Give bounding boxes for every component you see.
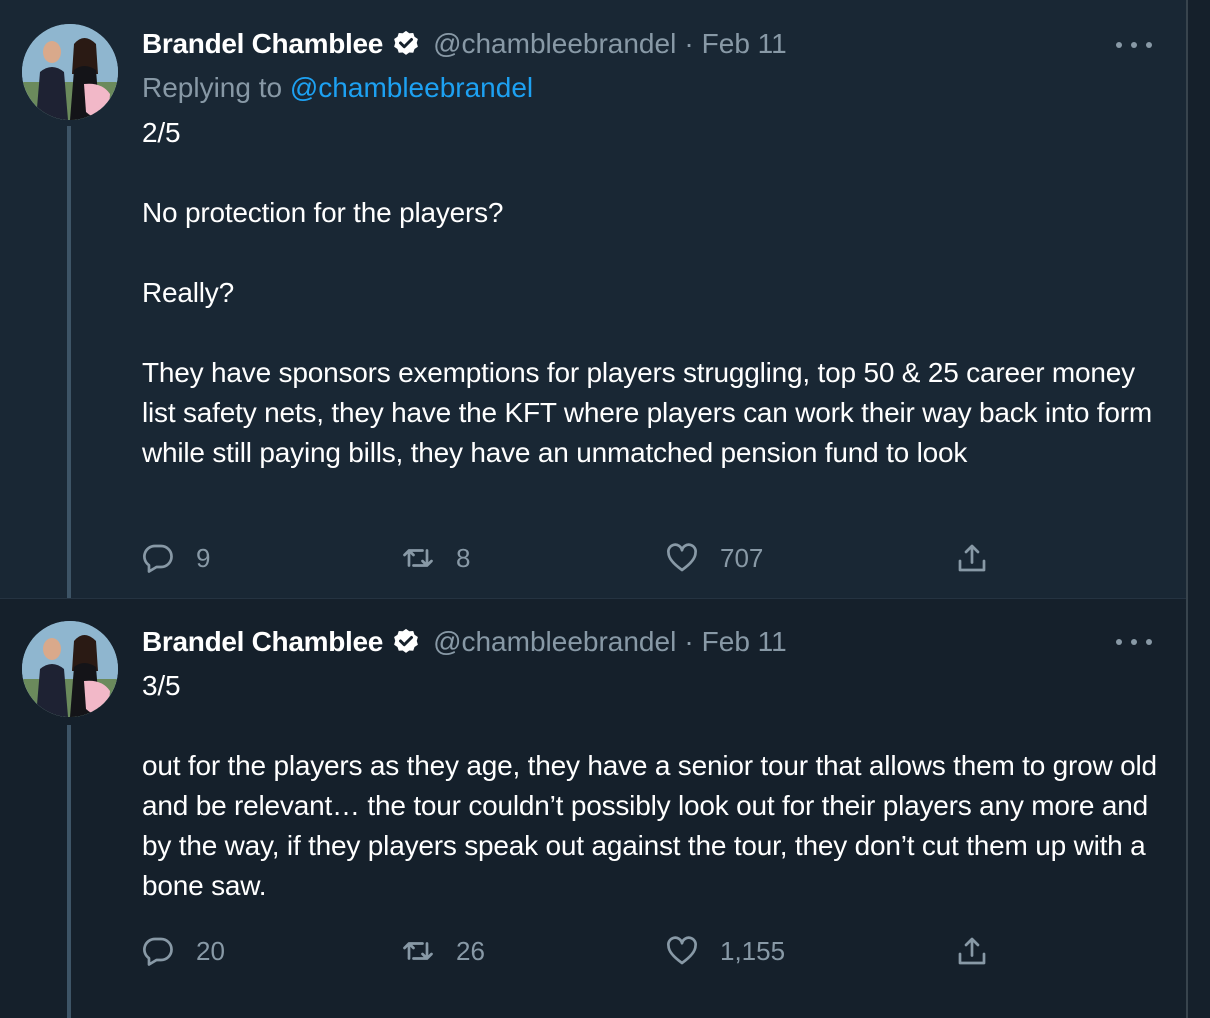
author-handle[interactable]: @chambleebrandel <box>433 626 676 658</box>
replying-handle-link[interactable]: @chambleebrandel <box>290 72 533 103</box>
tweet-date[interactable]: Feb 11 <box>702 28 787 60</box>
author-name[interactable]: Brandel Chamblee <box>142 626 383 658</box>
like-count: 1,155 <box>720 935 786 966</box>
reply-button[interactable]: 9 <box>140 538 210 578</box>
reply-button[interactable]: 20 <box>140 931 225 971</box>
replying-to: Replying to @chambleebrandel <box>142 72 533 104</box>
tweet-3-of-5[interactable]: Brandel Chamblee @chambleebrandel · Feb … <box>0 599 1186 1018</box>
share-button[interactable] <box>954 538 1010 578</box>
tweet-text: 3/5 out for the players as they age, the… <box>142 670 1157 901</box>
tweet-text: 2/5 No protection for the players? Reall… <box>142 117 1152 468</box>
retweet-icon <box>403 549 433 567</box>
retweet-button[interactable]: 26 <box>400 931 485 971</box>
more-options-icon[interactable] <box>1116 634 1152 650</box>
verified-badge-icon <box>394 30 418 55</box>
retweet-count: 26 <box>456 935 485 966</box>
tweet-header: Brandel Chamblee @chambleebrandel · Feb … <box>142 622 787 662</box>
thread-connector-line <box>67 126 71 599</box>
share-icon <box>958 937 986 965</box>
more-options-icon[interactable] <box>1116 37 1152 53</box>
reply-icon <box>143 544 173 573</box>
tweet-header: Brandel Chamblee @chambleebrandel · Feb … <box>142 24 787 64</box>
share-icon <box>958 544 986 572</box>
replying-prefix: Replying to <box>142 72 283 103</box>
retweet-icon <box>403 942 433 960</box>
reply-count: 9 <box>196 542 211 573</box>
like-count: 707 <box>720 542 764 573</box>
author-name[interactable]: Brandel Chamblee <box>142 28 383 60</box>
timeline-top-strip <box>0 0 1187 14</box>
like-button[interactable]: 1,155 <box>664 931 785 971</box>
retweet-button[interactable]: 8 <box>400 538 470 578</box>
tweet-2-of-5[interactable]: Brandel Chamblee @chambleebrandel · Feb … <box>0 14 1186 599</box>
avatar-photo-icon <box>22 24 118 120</box>
timeline-border <box>1186 0 1188 1018</box>
avatar-photo-icon <box>22 621 118 717</box>
author-avatar[interactable] <box>22 24 118 120</box>
like-heart-icon <box>667 936 697 965</box>
header-separator: · <box>684 28 694 59</box>
reply-count: 20 <box>196 935 225 966</box>
share-button[interactable] <box>954 931 1010 971</box>
thread-connector-line <box>67 725 71 1018</box>
header-separator: · <box>684 626 694 657</box>
like-heart-icon <box>667 543 697 572</box>
tweet-date[interactable]: Feb 11 <box>702 626 787 658</box>
author-handle[interactable]: @chambleebrandel <box>433 28 676 60</box>
retweet-count: 8 <box>456 542 471 573</box>
reply-icon <box>143 937 173 966</box>
like-button[interactable]: 707 <box>664 538 763 578</box>
author-avatar[interactable] <box>22 621 118 717</box>
verified-badge-icon <box>394 628 418 653</box>
